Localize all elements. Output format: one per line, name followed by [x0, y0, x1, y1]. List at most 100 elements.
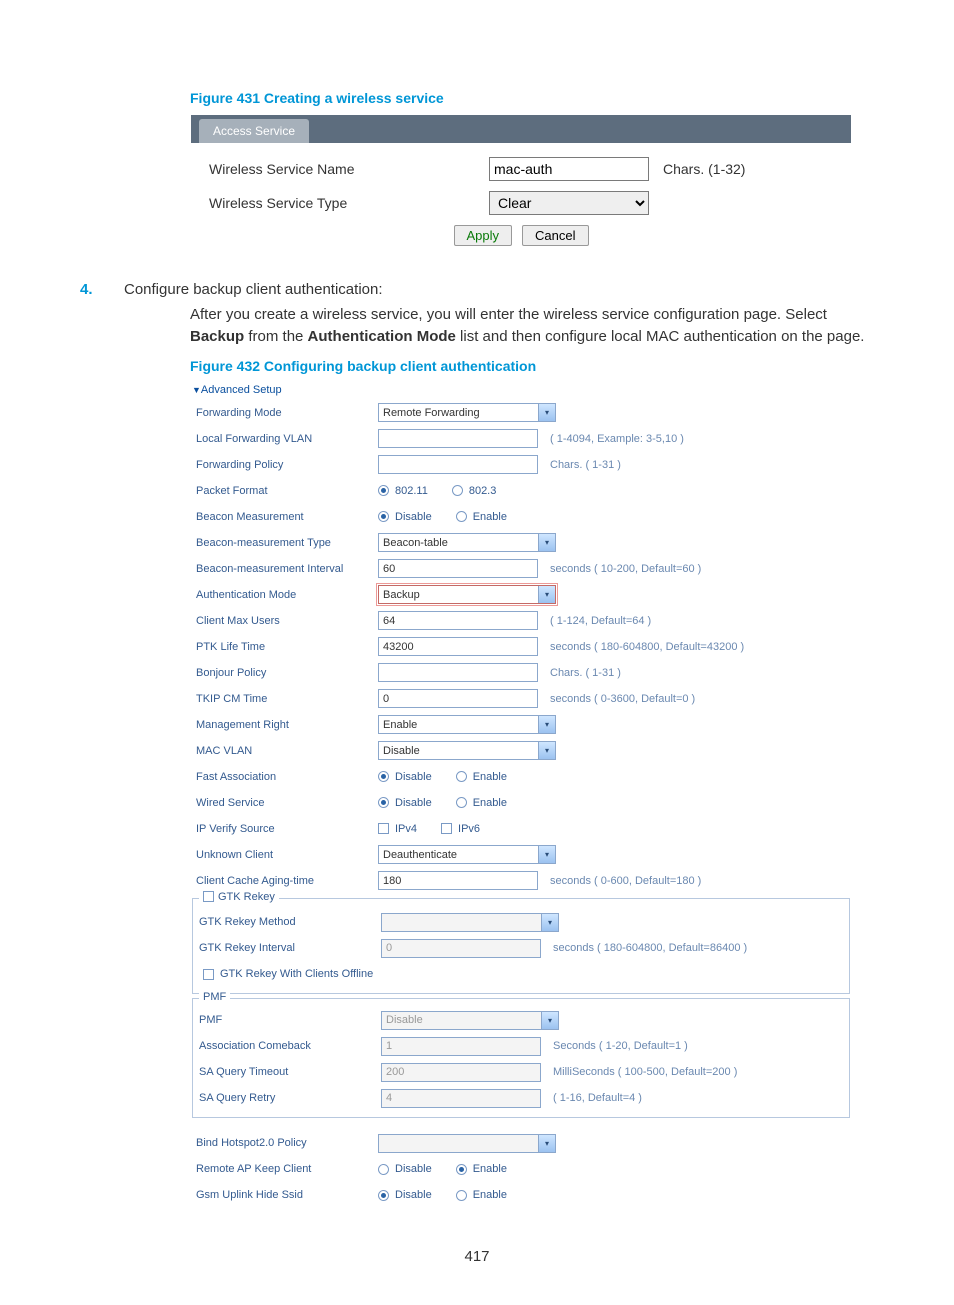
forwarding-policy-input[interactable]	[378, 455, 538, 474]
figure-432-caption: Figure 432 Configuring backup client aut…	[190, 358, 874, 374]
packet-format-80211-radio[interactable]	[378, 485, 389, 496]
pmf-box: PMF PMF Disable▾ Association Comeback Se…	[192, 998, 850, 1118]
packet-format-label: Packet Format	[196, 485, 378, 497]
keep-client-disable-radio[interactable]	[378, 1164, 389, 1175]
authentication-mode-label: Authentication Mode	[196, 589, 378, 601]
local-forwarding-vlan-input[interactable]	[378, 429, 538, 448]
beacon-type-select[interactable]: Beacon-table▾	[378, 533, 556, 552]
wireless-service-type-select[interactable]: Clear	[489, 191, 649, 215]
chevron-down-icon: ▾	[538, 742, 555, 759]
tkip-hint: seconds ( 0-3600, Default=0 )	[550, 693, 695, 705]
wireless-service-type-label: Wireless Service Type	[209, 195, 489, 211]
figure-431-caption: Figure 431 Creating a wireless service	[190, 90, 874, 106]
figure-431-panel: Access Service Wireless Service Name Cha…	[190, 114, 852, 257]
gtk-rekey-interval-input	[381, 939, 541, 958]
gtk-rekey-interval-label: GTK Rekey Interval	[199, 942, 381, 954]
bonjour-policy-input[interactable]	[378, 663, 538, 682]
assoc-hint: Seconds ( 1-20, Default=1 )	[553, 1040, 688, 1052]
forwarding-policy-label: Forwarding Policy	[196, 459, 378, 471]
bonjour-hint: Chars. ( 1-31 )	[550, 667, 621, 679]
gtk-interval-hint: seconds ( 180-604800, Default=86400 )	[553, 942, 747, 954]
apply-button[interactable]: Apply	[454, 225, 513, 246]
fast-association-label: Fast Association	[196, 771, 378, 783]
beacon-meas-disable-radio[interactable]	[378, 511, 389, 522]
beacon-type-label: Beacon-measurement Type	[196, 537, 378, 549]
fast-assoc-enable-radio[interactable]	[456, 771, 467, 782]
chevron-down-icon: ▾	[538, 716, 555, 733]
hide-ssid-enable-radio[interactable]	[456, 1190, 467, 1201]
client-cache-aging-label: Client Cache Aging-time	[196, 875, 378, 887]
ipv6-checkbox[interactable]	[441, 823, 452, 834]
chevron-down-icon: ▾	[541, 1012, 558, 1029]
keep-client-enable-radio[interactable]	[456, 1164, 467, 1175]
bind-hotspot-policy-label: Bind Hotspot2.0 Policy	[196, 1137, 378, 1149]
step-4-title: Configure backup client authentication:	[124, 281, 874, 298]
local-vlan-hint: ( 1-4094, Example: 3-5,10 )	[550, 433, 684, 445]
chevron-down-icon: ▾	[538, 404, 555, 421]
unknown-client-label: Unknown Client	[196, 849, 378, 861]
cache-age-hint: seconds ( 0-600, Default=180 )	[550, 875, 701, 887]
management-right-label: Management Right	[196, 719, 378, 731]
local-forwarding-vlan-label: Local Forwarding VLAN	[196, 433, 378, 445]
gsm-uplink-hide-ssid-label: Gsm Uplink Hide Ssid	[196, 1189, 378, 1201]
chevron-down-icon: ▾	[538, 1135, 555, 1152]
packet-format-8023-radio[interactable]	[452, 485, 463, 496]
pmf-select: Disable▾	[381, 1011, 559, 1030]
gtk-rekey-checkbox[interactable]	[203, 891, 214, 902]
sa-query-timeout-input	[381, 1063, 541, 1082]
chevron-down-icon: ▾	[538, 846, 555, 863]
wireless-service-name-label: Wireless Service Name	[209, 161, 489, 177]
gtk-rekey-offline-checkbox[interactable]	[203, 969, 214, 980]
management-right-select[interactable]: Enable▾	[378, 715, 556, 734]
advanced-setup-header[interactable]: Advanced Setup	[190, 382, 850, 400]
chevron-down-icon: ▾	[538, 534, 555, 551]
gtk-rekey-method-label: GTK Rekey Method	[199, 916, 381, 928]
wired-disable-radio[interactable]	[378, 797, 389, 808]
hide-ssid-disable-radio[interactable]	[378, 1190, 389, 1201]
ptk-life-time-input[interactable]	[378, 637, 538, 656]
chevron-down-icon: ▾	[538, 586, 555, 603]
ip-verify-source-label: IP Verify Source	[196, 823, 378, 835]
association-comeback-input	[381, 1037, 541, 1056]
tab-bar: Access Service	[191, 115, 851, 143]
mac-vlan-label: MAC VLAN	[196, 745, 378, 757]
ptk-life-hint: seconds ( 180-604800, Default=43200 )	[550, 641, 744, 653]
wired-enable-radio[interactable]	[456, 797, 467, 808]
page-number: 417	[80, 1248, 874, 1265]
wireless-service-name-input[interactable]	[489, 157, 649, 181]
ptk-life-time-label: PTK Life Time	[196, 641, 378, 653]
beacon-interval-label: Beacon-measurement Interval	[196, 563, 378, 575]
fast-assoc-disable-radio[interactable]	[378, 771, 389, 782]
step-4-number: 4.	[80, 281, 112, 298]
unknown-client-select[interactable]: Deauthenticate▾	[378, 845, 556, 864]
client-max-users-input[interactable]	[378, 611, 538, 630]
bind-hotspot-policy-select: ▾	[378, 1134, 556, 1153]
sa-query-retry-input	[381, 1089, 541, 1108]
beacon-interval-hint: seconds ( 10-200, Default=60 )	[550, 563, 701, 575]
mac-vlan-select[interactable]: Disable▾	[378, 741, 556, 760]
cancel-button[interactable]: Cancel	[522, 225, 588, 246]
tab-access-service[interactable]: Access Service	[199, 119, 309, 143]
figure-432-panel: Advanced Setup Forwarding Mode Remote Fo…	[190, 382, 850, 1209]
max-users-hint: ( 1-124, Default=64 )	[550, 615, 651, 627]
step-4-description: After you create a wireless service, you…	[190, 304, 874, 348]
beacon-measurement-label: Beacon Measurement	[196, 511, 378, 523]
ipv4-checkbox[interactable]	[378, 823, 389, 834]
forwarding-mode-select[interactable]: Remote Forwarding▾	[378, 403, 556, 422]
retry-hint: ( 1-16, Default=4 )	[553, 1092, 642, 1104]
gtk-rekey-method-select: ▾	[381, 913, 559, 932]
beacon-meas-enable-radio[interactable]	[456, 511, 467, 522]
authentication-mode-select[interactable]: Backup▾	[378, 585, 556, 604]
pmf-label: PMF	[199, 1014, 381, 1026]
association-comeback-label: Association Comeback	[199, 1040, 381, 1052]
chevron-down-icon: ▾	[541, 914, 558, 931]
client-cache-aging-input[interactable]	[378, 871, 538, 890]
fwd-policy-hint: Chars. ( 1-31 )	[550, 459, 621, 471]
timeout-hint: MilliSeconds ( 100-500, Default=200 )	[553, 1066, 737, 1078]
beacon-interval-input[interactable]	[378, 559, 538, 578]
bonjour-policy-label: Bonjour Policy	[196, 667, 378, 679]
wired-service-label: Wired Service	[196, 797, 378, 809]
tkip-cm-time-input[interactable]	[378, 689, 538, 708]
sa-query-timeout-label: SA Query Timeout	[199, 1066, 381, 1078]
sa-query-retry-label: SA Query Retry	[199, 1092, 381, 1104]
